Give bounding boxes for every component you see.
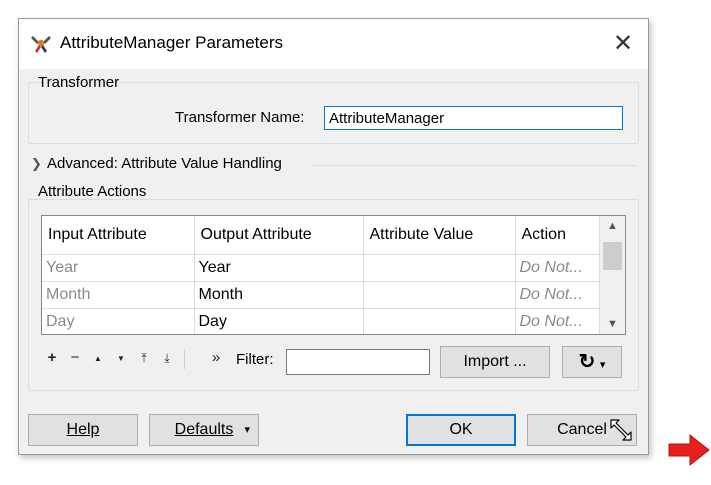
defaults-dropdown-icon: ▾ bbox=[244, 424, 250, 436]
input-attribute-cell[interactable]: Day bbox=[42, 307, 195, 334]
title-bar: AttributeManager Parameters ✕ bbox=[19, 19, 648, 69]
remove-icon[interactable]: − bbox=[66, 349, 84, 366]
cancel-button-label: Cancel bbox=[557, 421, 607, 438]
dropdown-arrow-icon: ▾ bbox=[599, 359, 606, 371]
move-down-icon[interactable]: ▼ bbox=[112, 354, 130, 363]
toolbar-separator bbox=[184, 349, 185, 369]
column-header-value[interactable]: Attribute Value bbox=[363, 216, 516, 254]
output-attribute-cell[interactable]: Day bbox=[194, 307, 364, 334]
transformer-group-label: Transformer bbox=[38, 74, 120, 91]
attribute-value-cell[interactable] bbox=[363, 307, 516, 334]
help-button-label: Help bbox=[66, 421, 100, 438]
ok-button[interactable]: OK bbox=[406, 414, 516, 446]
red-arrow-icon bbox=[668, 433, 710, 467]
defaults-button-label: Defaults bbox=[174, 421, 234, 438]
attribute-actions-label: Attribute Actions bbox=[38, 183, 147, 200]
attribute-toolbar: + − ▲ ▼ ⤒ ⤓ » Filter: Import ... ↻ ▾ bbox=[41, 344, 631, 378]
move-to-top-icon[interactable]: ⤒ bbox=[135, 351, 153, 366]
refresh-dropdown-button[interactable]: ↻ ▾ bbox=[562, 346, 622, 378]
defaults-button[interactable]: Defaults ▾ bbox=[149, 414, 259, 446]
close-button[interactable]: ✕ bbox=[608, 29, 638, 59]
transformer-app-icon bbox=[31, 36, 51, 53]
table-header-row: Input Attribute Output Attribute Attribu… bbox=[42, 216, 600, 254]
action-cell[interactable]: Do Not... bbox=[515, 307, 600, 334]
filter-input[interactable] bbox=[286, 349, 430, 375]
table-row[interactable]: Year Year Do Not... bbox=[42, 253, 600, 281]
transformer-name-input[interactable] bbox=[324, 106, 623, 130]
more-options-icon[interactable]: » bbox=[207, 349, 225, 366]
attribute-value-cell[interactable] bbox=[363, 280, 516, 308]
move-to-bottom-icon[interactable]: ⤓ bbox=[158, 351, 176, 366]
table-vertical-scrollbar[interactable]: ▲ ▼ bbox=[600, 216, 625, 334]
output-attribute-cell[interactable]: Month bbox=[194, 280, 364, 308]
add-icon[interactable]: + bbox=[43, 349, 61, 366]
filter-label: Filter: bbox=[236, 351, 274, 368]
output-attribute-cell[interactable]: Year bbox=[194, 253, 364, 281]
attribute-value-cell[interactable] bbox=[363, 253, 516, 281]
ok-button-label: OK bbox=[449, 421, 473, 438]
advanced-divider bbox=[313, 165, 637, 166]
resize-cursor-icon[interactable] bbox=[608, 417, 634, 443]
input-attribute-cell[interactable]: Year bbox=[42, 253, 195, 281]
import-button[interactable]: Import ... bbox=[440, 346, 550, 378]
action-cell[interactable]: Do Not... bbox=[515, 280, 600, 308]
column-header-action[interactable]: Action bbox=[515, 216, 600, 254]
input-attribute-cell[interactable]: Month bbox=[42, 280, 195, 308]
close-icon: ✕ bbox=[612, 30, 634, 57]
attribute-grid: Input Attribute Output Attribute Attribu… bbox=[42, 216, 600, 334]
table-row[interactable]: Month Month Do Not... bbox=[42, 280, 600, 308]
action-cell[interactable]: Do Not... bbox=[515, 253, 600, 281]
window-title: AttributeManager Parameters bbox=[60, 33, 283, 52]
attribute-table[interactable]: Input Attribute Output Attribute Attribu… bbox=[41, 215, 626, 335]
scroll-up-icon[interactable]: ▲ bbox=[600, 216, 625, 236]
scroll-down-icon[interactable]: ▼ bbox=[600, 314, 625, 334]
help-button[interactable]: Help bbox=[28, 414, 138, 446]
import-button-label: Import ... bbox=[463, 353, 527, 370]
move-up-icon[interactable]: ▲ bbox=[89, 354, 107, 363]
advanced-section-label: Advanced: Attribute Value Handling bbox=[47, 155, 282, 172]
column-header-input[interactable]: Input Attribute bbox=[42, 216, 195, 254]
column-header-output[interactable]: Output Attribute bbox=[194, 216, 364, 254]
chevron-right-icon: ❯ bbox=[31, 156, 42, 171]
transformer-name-label: Transformer Name: bbox=[175, 109, 305, 126]
advanced-section-toggle[interactable]: ❯ Advanced: Attribute Value Handling bbox=[31, 155, 282, 175]
refresh-icon: ↻ bbox=[578, 351, 596, 373]
scrollbar-thumb[interactable] bbox=[603, 242, 622, 270]
table-row[interactable]: Day Day Do Not... bbox=[42, 307, 600, 334]
attribute-manager-dialog: AttributeManager Parameters ✕ Transforme… bbox=[18, 18, 649, 455]
